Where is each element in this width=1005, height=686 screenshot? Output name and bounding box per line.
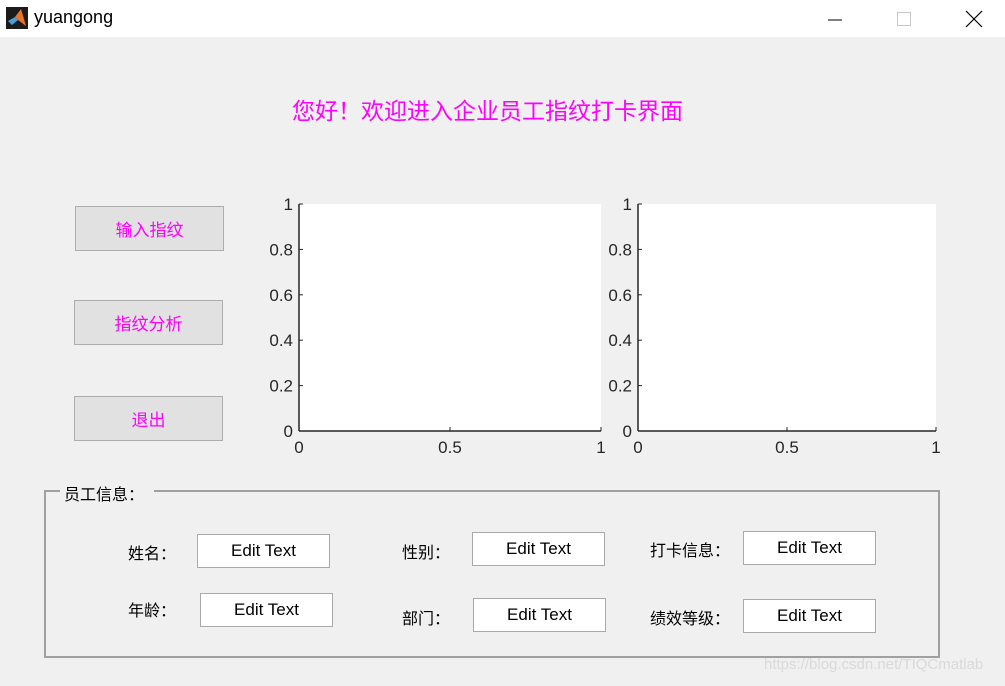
employee-info-title: 员工信息：	[60, 481, 155, 505]
performance-input[interactable]: Edit Text	[743, 599, 876, 633]
minimize-button[interactable]	[811, 0, 857, 37]
attendance-label: 打卡信息：	[650, 541, 731, 560]
welcome-heading: 您好！欢迎进入企业员工指纹打卡界面	[292, 99, 683, 125]
department-input[interactable]: Edit Text	[473, 598, 606, 632]
y-tick-label: 0.8	[269, 240, 293, 259]
y-tick-label: 0.4	[269, 331, 293, 350]
x-tick-label: 0.5	[775, 438, 799, 457]
plot-area	[638, 204, 936, 431]
axes-2: 0 0.2 0.4 0.6 0.8 1 0 0.5 1	[595, 190, 955, 460]
exit-button[interactable]: 退出	[74, 396, 223, 441]
y-tick-label: 1	[623, 195, 632, 214]
x-tick-label: 0	[294, 438, 303, 457]
plot-area	[299, 204, 601, 431]
title-bar: yuangong	[0, 0, 1005, 37]
axes-1: 0 0.2 0.4 0.6 0.8 1 0 0.5 1	[255, 190, 625, 460]
y-tick-label: 0.6	[608, 286, 632, 305]
minimize-icon	[828, 19, 842, 20]
gender-input[interactable]: Edit Text	[472, 532, 605, 566]
analyze-fingerprint-button[interactable]: 指纹分析	[74, 300, 223, 345]
input-fingerprint-button[interactable]: 输入指纹	[75, 206, 224, 251]
close-icon	[965, 10, 983, 27]
y-tick-label: 0.2	[608, 377, 632, 396]
maximize-button[interactable]	[881, 0, 927, 37]
y-tick-label: 0.6	[269, 286, 293, 305]
gender-label: 性别：	[402, 543, 451, 562]
watermark: https://blog.csdn.net/TIQCmatlab	[764, 656, 984, 673]
x-tick-label: 0.5	[438, 438, 462, 457]
attendance-input[interactable]: Edit Text	[743, 531, 876, 565]
close-button[interactable]	[951, 0, 997, 37]
matlab-icon	[6, 7, 28, 29]
y-tick-label: 1	[284, 195, 293, 214]
age-input[interactable]: Edit Text	[200, 593, 333, 627]
performance-label: 绩效等级：	[650, 609, 731, 628]
y-tick-label: 0.2	[269, 377, 293, 396]
y-tick-label: 0	[284, 422, 293, 441]
department-label: 部门：	[402, 609, 451, 628]
x-tick-label: 1	[931, 438, 940, 457]
maximize-icon	[897, 11, 911, 26]
age-label: 年龄：	[128, 601, 177, 620]
axes-2-svg: 0 0.2 0.4 0.6 0.8 1 0 0.5 1	[608, 195, 940, 457]
y-tick-label: 0	[623, 422, 632, 441]
window-title: yuangong	[34, 7, 114, 27]
y-tick-label: 0.8	[608, 240, 632, 259]
axes-1-svg: 00.20.40.60.810 0.5 1	[269, 195, 605, 457]
name-label: 姓名：	[128, 544, 177, 563]
name-input[interactable]: Edit Text	[197, 534, 330, 568]
y-tick-label: 0.4	[608, 331, 632, 350]
x-tick-label: 0	[633, 438, 642, 457]
